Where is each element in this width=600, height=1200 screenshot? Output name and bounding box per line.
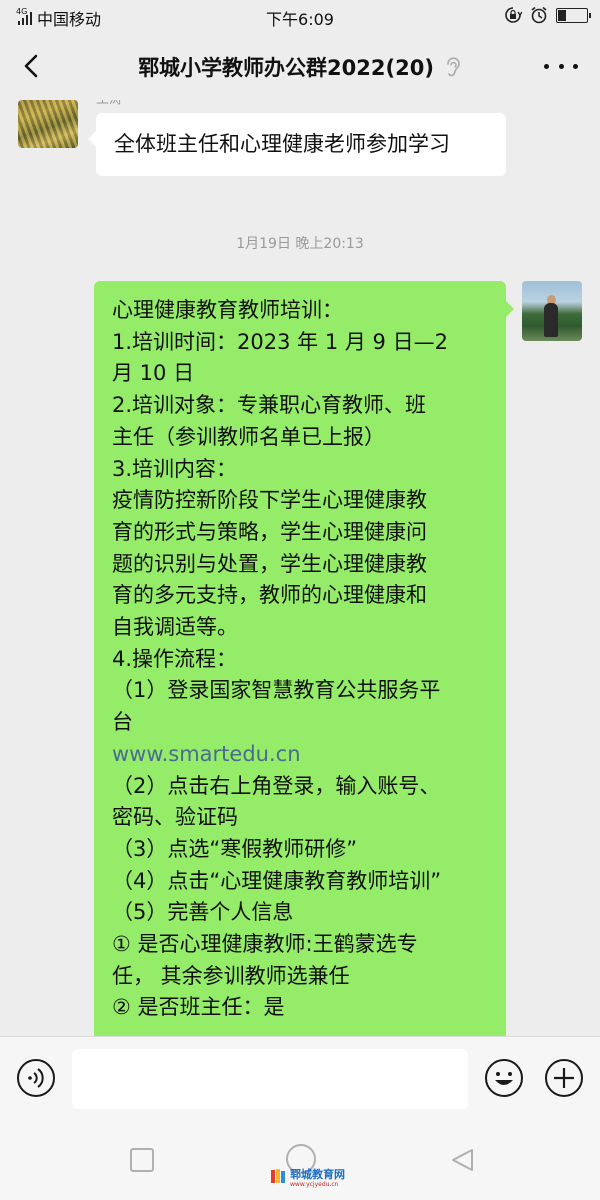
plus-icon[interactable] xyxy=(544,1058,584,1098)
message-line: （2）点击右上角登录，输入账号、 xyxy=(112,773,441,798)
books-icon xyxy=(271,1169,285,1183)
message-line: ① 是否心理健康教师:王鹤蒙选专 xyxy=(112,932,418,957)
status-bar: 4G 中国移动 下午6:09 xyxy=(0,0,600,32)
watermark-url: www.ycjyedu.cn xyxy=(290,1181,339,1188)
message-line: 月 10 日 xyxy=(112,361,195,386)
message-line: （5）完善个人信息 xyxy=(112,900,294,925)
status-right xyxy=(504,6,591,24)
watermark-title: 郓城教育网 xyxy=(290,1168,345,1181)
system-nav-bar: 郓城教育网 www.ycjyedu.cn xyxy=(0,1120,600,1200)
battery-icon xyxy=(556,7,591,23)
message-line: 密码、验证码 xyxy=(112,805,238,830)
message-line: 题的识别与处置，学生心理健康教 xyxy=(112,551,427,576)
message-line: 心理健康教育教师培训： xyxy=(112,298,343,322)
message-input[interactable] xyxy=(72,1049,468,1109)
message-line: 主任（参训教师名单已上报） xyxy=(112,424,385,449)
ear-icon xyxy=(447,57,460,77)
message-link[interactable]: www.smartedu.cn xyxy=(112,739,488,771)
message-line: 2.培训对象：专兼职心育教师、班 xyxy=(112,393,427,418)
recent-apps-button[interactable] xyxy=(130,1148,154,1172)
chat-title-wrap: 郓城小学教师办公群2022(20) xyxy=(0,52,600,82)
chat-area[interactable]: 王涛 全体班主任和心理健康老师参加学习 1月19日 晚上20:13 心理健康教育… xyxy=(0,100,600,1036)
message-line: 4.操作流程： xyxy=(112,646,238,671)
input-bar xyxy=(0,1036,600,1120)
alarm-icon xyxy=(531,6,547,24)
message-line: 自我调适等。 xyxy=(112,615,238,640)
message-line: 任， 其余参训教师选兼任 xyxy=(112,963,350,988)
title-bar: 郓城小学教师办公群2022(20) xyxy=(0,32,600,100)
message-bubble-sent[interactable]: 心理健康教育教师培训： 1.培训时间：2023 年 1 月 9 日—2 月 10 日… xyxy=(94,281,514,1036)
sender-name: 王涛 xyxy=(96,100,122,107)
battery-fill xyxy=(558,9,567,21)
chat-title: 郓城小学教师办公群2022(20) xyxy=(138,56,434,80)
message-timestamp: 1月19日 晚上20:13 xyxy=(236,236,364,252)
avatar-self[interactable] xyxy=(522,281,582,341)
message-line: （3）点选“寒假教师研修” xyxy=(112,836,358,861)
lock-rotation-icon xyxy=(505,7,522,23)
message-line: 育的形式与策略，学生心理健康问 xyxy=(112,519,427,544)
avatar[interactable] xyxy=(18,100,78,148)
voice-icon[interactable] xyxy=(16,1058,56,1098)
message-line: （1）登录国家智慧教育公共服务平 xyxy=(112,678,441,703)
message-line: ② 是否班主任：是 xyxy=(112,995,285,1020)
message-line: 育的多元支持，教师的心理健康和 xyxy=(112,583,427,608)
message-line: （4）点击“心理健康教育教师培训” xyxy=(112,868,442,893)
message-line: 3.培训内容： xyxy=(112,456,238,481)
message-line: 疫情防控新阶段下学生心理健康教 xyxy=(112,488,427,513)
message-line: 1.培训时间：2023 年 1 月 9 日—2 xyxy=(112,329,448,354)
emoji-icon[interactable] xyxy=(484,1058,524,1098)
watermark-logo: 郓城教育网 www.ycjyedu.cn xyxy=(268,1164,348,1194)
message-bubble-received[interactable]: 全体班主任和心理健康老师参加学习 xyxy=(88,113,506,176)
message-line: 台 xyxy=(112,710,133,735)
more-dots-icon[interactable] xyxy=(544,58,578,74)
back-triangle-icon[interactable] xyxy=(448,1146,476,1174)
